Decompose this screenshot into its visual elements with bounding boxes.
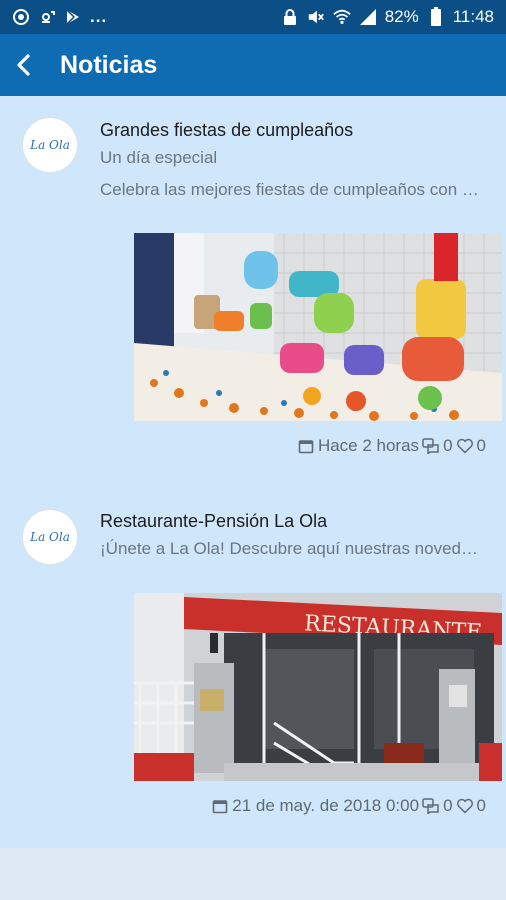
candy-bar-photo bbox=[134, 233, 502, 421]
calendar-icon bbox=[211, 797, 229, 815]
clock: 11:48 bbox=[452, 7, 494, 26]
news-date: 21 de may. de 2018 0:00 bbox=[232, 796, 420, 815]
play-store-icon bbox=[64, 8, 82, 26]
news-meta: 21 de may. de 2018 0:00 0 0 bbox=[211, 796, 486, 816]
mute-icon bbox=[307, 8, 325, 26]
wifi-icon bbox=[332, 8, 351, 26]
news-date: Hace 2 horas bbox=[317, 436, 420, 455]
likes-count: 0 bbox=[476, 436, 486, 455]
likes-count: 0 bbox=[476, 796, 486, 815]
back-button[interactable] bbox=[4, 34, 44, 96]
avatar: La Ola bbox=[22, 509, 78, 565]
lock-icon bbox=[281, 8, 299, 26]
heart-icon[interactable] bbox=[456, 437, 474, 455]
status-right: 82% 11:48 bbox=[281, 7, 494, 27]
comments-count: 0 bbox=[443, 796, 453, 815]
news-title[interactable]: Grandes fiestas de cumpleaños bbox=[100, 120, 353, 141]
news-summary: Celebra las mejores fiestas de cumpleaño… bbox=[100, 180, 486, 199]
news-subtitle: Un día especial bbox=[100, 148, 218, 167]
sync-icon bbox=[12, 8, 30, 26]
news-image[interactable]: RESTAURANTE bbox=[134, 593, 502, 781]
news-meta: Hace 2 horas 0 0 bbox=[297, 436, 486, 456]
chevron-left-icon bbox=[17, 54, 30, 76]
avatar-logo-text: La Ola bbox=[30, 138, 70, 152]
hotspot-icon bbox=[38, 8, 56, 26]
restaurant-photo: RESTAURANTE bbox=[134, 593, 502, 781]
news-image[interactable] bbox=[134, 233, 502, 421]
news-title[interactable]: Restaurante-Pensión La Ola bbox=[100, 511, 327, 532]
comments-count: 0 bbox=[443, 436, 453, 455]
more-notifications: ... bbox=[90, 7, 108, 26]
app-bar: Noticias bbox=[0, 34, 506, 96]
news-item[interactable]: La Ola Grandes fiestas de cumpleaños Un … bbox=[0, 96, 506, 472]
status-bar: ... 82% 11:48 bbox=[0, 0, 506, 34]
comments-icon[interactable] bbox=[422, 437, 440, 455]
page-title: Noticias bbox=[60, 50, 158, 79]
calendar-icon bbox=[297, 437, 315, 455]
news-item[interactable]: La Ola Restaurante-Pensión La Ola ¡Únete… bbox=[0, 496, 506, 836]
battery-icon bbox=[427, 7, 445, 26]
comments-icon[interactable] bbox=[422, 797, 440, 815]
avatar-logo-text: La Ola bbox=[30, 530, 70, 544]
battery-percent: 82% bbox=[384, 7, 419, 26]
avatar: La Ola bbox=[22, 117, 78, 173]
bottom-band bbox=[0, 848, 506, 900]
status-left: ... bbox=[12, 7, 107, 27]
heart-icon[interactable] bbox=[456, 797, 474, 815]
signal-icon bbox=[359, 8, 377, 26]
news-subtitle: ¡Únete a La Ola! Descubre aquí nuestras … bbox=[100, 539, 486, 558]
news-feed[interactable]: La Ola Grandes fiestas de cumpleaños Un … bbox=[0, 96, 506, 848]
